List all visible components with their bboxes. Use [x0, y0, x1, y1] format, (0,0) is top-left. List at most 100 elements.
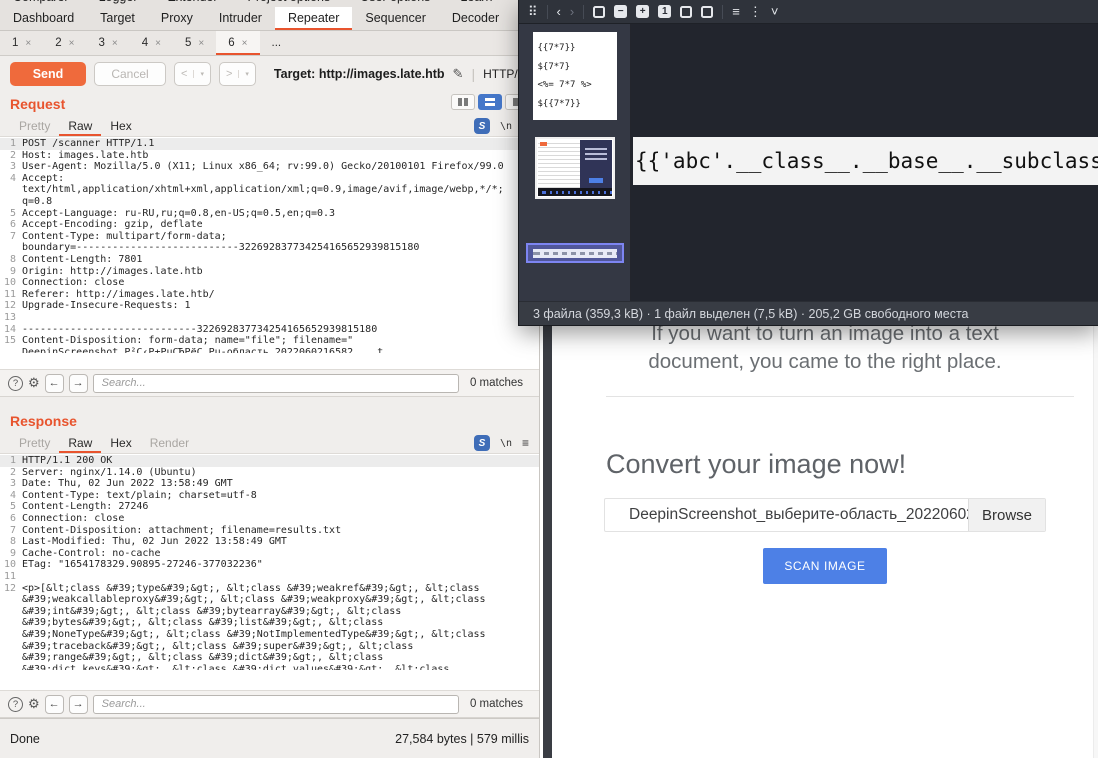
viewer-main-area[interactable]: {{'abc'.__class__.__base__.__subclasses_…	[631, 24, 1098, 301]
code-line: DeepinScreenshot_Р²С‹Р±РµСЂРёС‚Рµ-област…	[0, 347, 539, 353]
repeater-tab-1[interactable]: 1×	[0, 31, 43, 55]
dropdown-icon[interactable]: ▾	[193, 70, 210, 78]
response-tab-render[interactable]: Render	[141, 434, 198, 453]
response-match-count: 0 matches	[470, 698, 523, 710]
zoom-fit-icon[interactable]	[593, 6, 605, 18]
main-tab-intruder[interactable]: Intruder	[206, 7, 275, 30]
menu-tab-project-options[interactable]: Project options	[235, 0, 344, 7]
chevron-down-icon[interactable]: ˅	[771, 5, 779, 18]
close-tab-icon[interactable]: ×	[155, 38, 161, 49]
close-tab-icon[interactable]: ×	[25, 38, 31, 49]
viewer-thumbnail-sidebar: {{7*7}}${7*7}<%= 7*7 %>${{7*7}}	[519, 24, 631, 301]
list-view-icon[interactable]: ≡	[732, 5, 740, 18]
line-number	[0, 641, 22, 653]
main-tab-repeater[interactable]: Repeater	[275, 7, 352, 30]
line-text: &#39;bytes&#39;&gt;, &lt;class &#39;list…	[22, 617, 383, 629]
scan-image-button[interactable]: SCAN IMAGE	[763, 548, 887, 584]
zoom-out-icon[interactable]: −	[614, 5, 627, 18]
layout-stacked-icon[interactable]	[478, 94, 502, 110]
next-match-icon[interactable]: →	[69, 374, 88, 393]
repeater-tab-2[interactable]: 2×	[43, 31, 86, 55]
browse-button[interactable]: Browse	[968, 499, 1045, 531]
target-url-label: Target: http://images.late.htb	[274, 67, 445, 81]
history-forward-button[interactable]: > ▾	[219, 62, 256, 86]
repeater-more-tabs[interactable]: ...	[260, 31, 294, 55]
editor-menu-icon[interactable]: ≡	[522, 436, 529, 450]
layout-columns-icon[interactable]	[451, 94, 475, 110]
close-tab-icon[interactable]: ×	[198, 38, 204, 49]
history-back-button[interactable]: < ▾	[174, 62, 211, 86]
repeater-tab-4[interactable]: 4×	[130, 31, 173, 55]
browser-scrollbar[interactable]	[1093, 318, 1098, 758]
payload-line: ${{7*7}}	[538, 95, 612, 114]
main-tab-proxy[interactable]: Proxy	[148, 7, 206, 30]
help-icon[interactable]: ?	[8, 697, 23, 712]
response-tab-hex[interactable]: Hex	[101, 434, 140, 453]
line-text: Accept:	[22, 173, 64, 185]
dropdown-icon[interactable]: ▾	[238, 70, 255, 78]
more-options-icon[interactable]: ⋮	[749, 5, 762, 18]
forward-icon[interactable]: ›	[570, 5, 574, 18]
request-tab-hex[interactable]: Hex	[101, 117, 140, 136]
line-number: 4	[0, 490, 22, 502]
response-editor[interactable]: 1HTTP/1.1 200 OK2Server: nginx/1.14.0 (U…	[0, 453, 539, 691]
show-newlines-icon[interactable]: \n	[500, 121, 512, 132]
syntax-highlight-icon[interactable]: S	[474, 435, 490, 451]
menu-tab-extender[interactable]: Extender	[155, 0, 231, 7]
expand-icon[interactable]	[701, 6, 713, 18]
thumbnail-payload-textfile[interactable]: {{7*7}}${7*7}<%= 7*7 %>${{7*7}}	[533, 32, 617, 120]
menu-tab-learn[interactable]: Learn	[447, 0, 505, 7]
back-icon[interactable]: ‹	[557, 5, 561, 18]
fullscreen-icon[interactable]	[680, 6, 692, 18]
zoom-in-icon[interactable]: +	[636, 5, 649, 18]
prev-match-icon[interactable]: ←	[45, 374, 64, 393]
menu-tab-comparer[interactable]: Comparer	[0, 0, 82, 7]
repeater-tab-5[interactable]: 5×	[173, 31, 216, 55]
apps-grid-icon[interactable]: ⠿	[528, 5, 538, 18]
request-tab-pretty[interactable]: Pretty	[10, 117, 59, 136]
response-tab-raw[interactable]: Raw	[59, 434, 101, 453]
edit-target-pencil-icon[interactable]: ✎	[453, 66, 464, 82]
line-number: 11	[0, 289, 22, 301]
next-match-icon[interactable]: →	[69, 695, 88, 714]
zoom-100-icon[interactable]: 1	[658, 5, 671, 18]
help-icon[interactable]: ?	[8, 376, 23, 391]
code-line: &#39;NoneType&#39;&gt;, &lt;class &#39;N…	[0, 629, 539, 641]
file-upload-control[interactable]: DeepinScreenshot_выберите-область_202206…	[604, 498, 1046, 532]
request-match-count: 0 matches	[470, 377, 523, 389]
repeater-tab-6[interactable]: 6×	[216, 31, 259, 55]
request-search-input[interactable]	[93, 374, 459, 393]
close-tab-icon[interactable]: ×	[242, 38, 248, 49]
send-button[interactable]: Send	[10, 62, 86, 86]
menu-tab-user-options[interactable]: User options	[347, 0, 443, 7]
cancel-button[interactable]: Cancel	[94, 62, 166, 86]
response-search-input[interactable]	[93, 695, 459, 714]
gear-icon[interactable]: ⚙	[28, 696, 40, 712]
close-tab-icon[interactable]: ×	[112, 38, 118, 49]
main-tab-decoder[interactable]: Decoder	[439, 7, 512, 30]
response-tab-pretty[interactable]: Pretty	[10, 434, 59, 453]
repeater-tab-3[interactable]: 3×	[87, 31, 130, 55]
thumbnail-screenshot[interactable]	[535, 137, 615, 199]
code-line: 13	[0, 312, 539, 324]
line-number	[0, 652, 22, 664]
main-tab-target[interactable]: Target	[87, 7, 148, 30]
thumbnail-payload-strip-selected[interactable]	[526, 243, 624, 263]
prev-match-icon[interactable]: ←	[45, 695, 64, 714]
code-line: 9Cache-Control: no-cache	[0, 548, 539, 560]
request-editor[interactable]: 1POST /scanner HTTP/1.12Host: images.lat…	[0, 136, 539, 370]
code-line: 5Content-Length: 27246	[0, 501, 539, 513]
main-tab-dashboard[interactable]: Dashboard	[0, 7, 87, 30]
menu-tab-logger[interactable]: Logger	[86, 0, 151, 7]
code-line: 2Server: nginx/1.14.0 (Ubuntu)	[0, 467, 539, 479]
main-tab-sequencer[interactable]: Sequencer	[352, 7, 438, 30]
request-tab-raw[interactable]: Raw	[59, 117, 101, 136]
show-newlines-icon[interactable]: \n	[500, 438, 512, 449]
close-tab-icon[interactable]: ×	[69, 38, 75, 49]
thumb-website-pane	[580, 140, 612, 190]
code-line: 10Connection: close	[0, 277, 539, 289]
gear-icon[interactable]: ⚙	[28, 375, 40, 391]
syntax-highlight-icon[interactable]: S	[474, 118, 490, 134]
line-text: User-Agent: Mozilla/5.0 (X11; Linux x86_…	[22, 161, 504, 173]
divider	[606, 396, 1074, 397]
